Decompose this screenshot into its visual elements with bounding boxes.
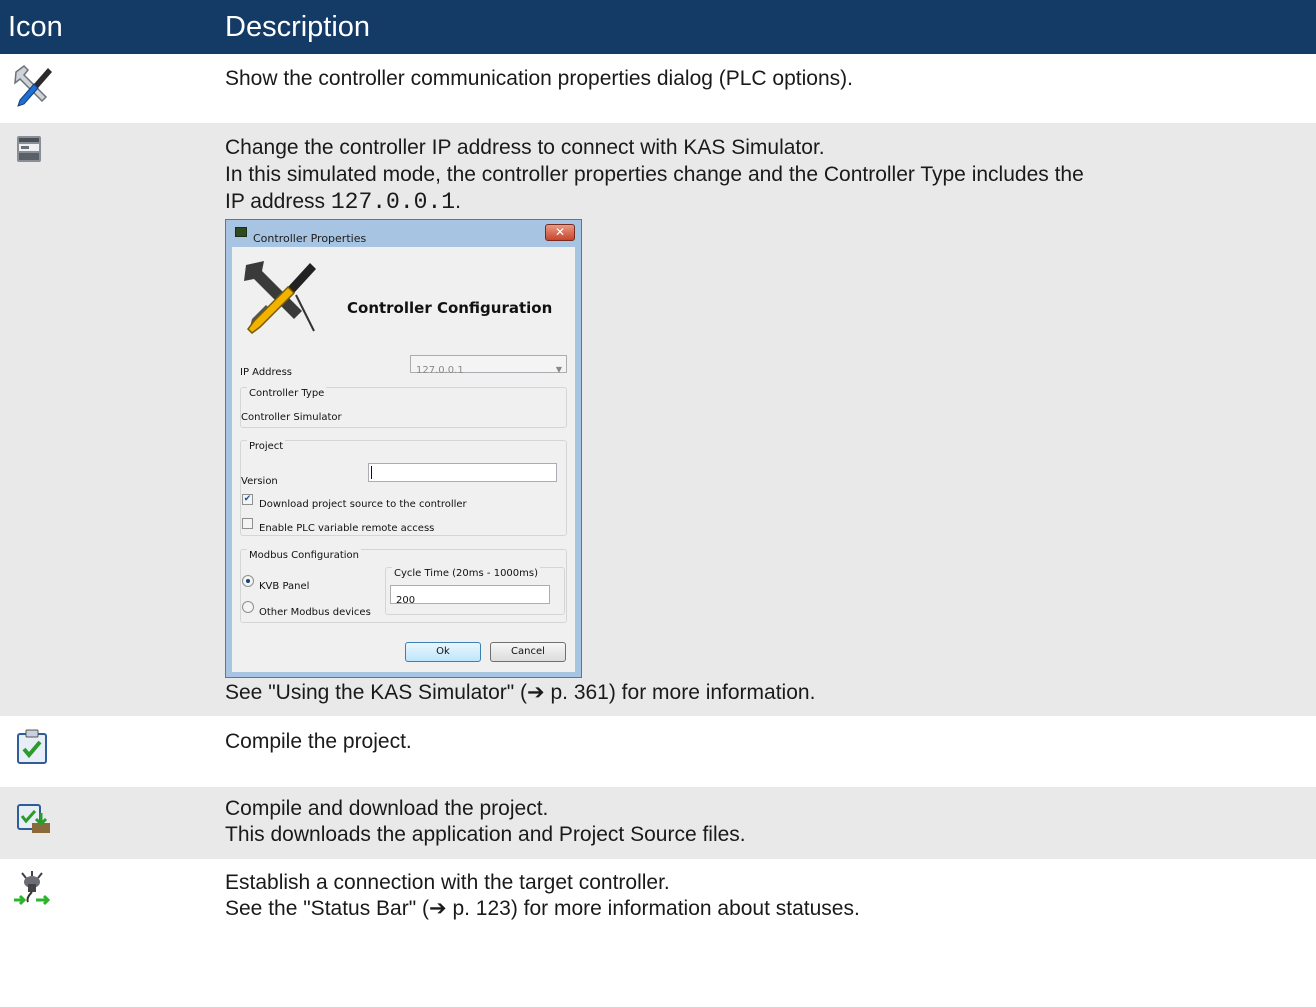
controller-type-label: Controller Type	[247, 380, 327, 407]
table-row: Establish a connection with the target c…	[0, 859, 1316, 940]
description-line: In this simulated mode, the controller p…	[225, 162, 1084, 186]
download-source-checkbox[interactable]: ✔	[242, 493, 253, 505]
icon-description-table: Icon Description Show the controller com…	[0, 0, 1316, 940]
project-group: Project Version ✔ Download project sourc…	[240, 433, 567, 536]
ip-address-select[interactable]: 127.0.0.1 ▼	[410, 354, 567, 376]
cancel-button[interactable]: Cancel	[490, 641, 566, 662]
icon-cell	[0, 786, 208, 860]
other-modbus-radio[interactable]	[242, 600, 254, 613]
dialog-title-bar: Controller Properties ✕	[226, 220, 581, 246]
cycle-time-group: Cycle Time (20ms - 1000ms) 200	[385, 560, 565, 615]
description-line: Change the controller IP address to conn…	[225, 135, 825, 159]
remote-access-checkbox[interactable]	[242, 517, 253, 529]
icon-cell	[0, 859, 208, 940]
close-button[interactable]: ✕	[545, 223, 575, 241]
controller-properties-dialog: Controller Properties ✕ Controller Confi…	[225, 218, 582, 678]
icon-cell	[0, 54, 208, 123]
description-cell: Compile and download the project. This d…	[208, 786, 1316, 860]
description-line: Establish a connection with the target c…	[225, 870, 670, 894]
controller-type-value: Controller Simulator	[241, 411, 342, 423]
modbus-configuration-label: Modbus Configuration	[247, 542, 361, 569]
chevron-down-icon: ▼	[555, 364, 562, 374]
kvb-panel-radio[interactable]	[242, 574, 254, 587]
text-cursor	[371, 465, 372, 479]
description-column-header: Description	[208, 0, 1316, 54]
version-input[interactable]	[368, 462, 557, 482]
table-header-row: Icon Description	[0, 0, 1316, 54]
ip-code: 127.0.0.1	[330, 188, 456, 215]
icon-column-header: Icon	[0, 0, 208, 54]
project-label: Project	[247, 433, 286, 460]
description-line: See the "Status Bar" (➔ p. 123) for more…	[225, 896, 860, 920]
connect-icon	[14, 870, 51, 905]
compile-icon	[17, 729, 47, 764]
modbus-configuration-group: Modbus Configuration KVB Panel Other Mod…	[240, 542, 567, 623]
kvb-panel-label: KVB Panel	[259, 580, 310, 592]
description-line: See "Using the KAS Simulator" (➔ p. 361)…	[225, 680, 816, 704]
table-row: Compile and download the project. This d…	[0, 786, 1316, 860]
cycle-time-label: Cycle Time (20ms - 1000ms)	[392, 560, 541, 587]
table-row: Change the controller IP address to conn…	[0, 122, 1316, 717]
simulator-icon	[17, 135, 41, 162]
window-icon	[235, 226, 247, 237]
configuration-tools-icon	[244, 260, 316, 334]
download-source-label: Download project source to the controlle…	[259, 498, 467, 510]
cycle-time-input[interactable]: 200	[390, 584, 550, 606]
table-row: Compile the project.	[0, 716, 1316, 787]
ok-button[interactable]: Ok	[405, 641, 481, 662]
description-cell: Compile the project.	[208, 716, 1316, 787]
description-cell: Establish a connection with the target c…	[208, 859, 1316, 940]
icon-cell	[0, 122, 208, 717]
other-modbus-label: Other Modbus devices	[259, 606, 371, 618]
description-cell: Change the controller IP address to conn…	[208, 122, 1316, 717]
description-line: Compile the project.	[225, 729, 412, 753]
remote-access-label: Enable PLC variable remote access	[259, 522, 435, 534]
description-line: This downloads the application and Proje…	[225, 822, 746, 846]
description-line: IP address 127.0.0.1.	[225, 188, 461, 215]
controller-type-group: Controller Type Controller Simulator	[240, 380, 567, 428]
dialog-heading: Controller Configuration	[347, 298, 553, 317]
dialog-body: Controller Configuration IP Address 127.…	[232, 246, 575, 672]
compile-download-icon	[17, 803, 50, 833]
description-line: Show the controller communication proper…	[225, 67, 853, 90]
wrench-screwdriver-icon	[14, 65, 52, 107]
description-line: Compile and download the project.	[225, 796, 549, 820]
icon-cell	[0, 716, 208, 787]
description-cell: Show the controller communication proper…	[208, 54, 1316, 123]
table-row: Show the controller communication proper…	[0, 54, 1316, 123]
